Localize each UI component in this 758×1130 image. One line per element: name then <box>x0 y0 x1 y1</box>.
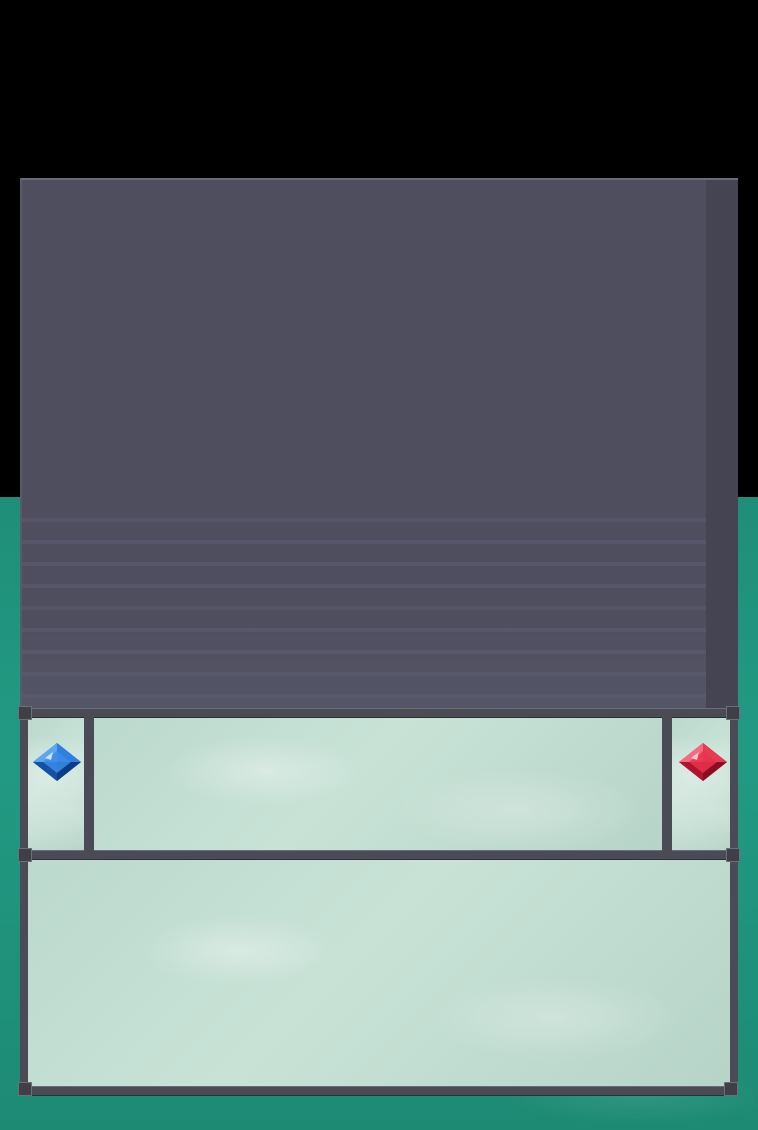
frame-bottom-bar <box>20 1086 738 1096</box>
rivet-bottom-right <box>724 1082 738 1096</box>
left-slot-pane <box>28 718 84 850</box>
rivet-mid-left <box>18 848 32 862</box>
message-box[interactable] <box>94 718 662 850</box>
red-gem-icon[interactable] <box>677 741 729 783</box>
top-display-panel <box>20 178 738 710</box>
info-box[interactable] <box>28 860 730 1086</box>
rivet-mid-right <box>726 848 740 862</box>
frame-middle-bar <box>20 850 738 860</box>
rivet-top-right <box>726 706 740 720</box>
frame-divider-right <box>662 708 672 860</box>
rivet-bottom-left <box>18 1082 32 1096</box>
right-slot-pane <box>672 718 730 850</box>
blue-gem-icon[interactable] <box>31 741 83 783</box>
frame-left-bar <box>20 708 28 1096</box>
display-right-shade <box>706 180 738 710</box>
game-screen <box>0 0 758 1130</box>
rivet-top-left <box>18 706 32 720</box>
display-bottom-fade <box>22 620 708 710</box>
frame-divider-left <box>84 708 94 860</box>
frame-right-bar <box>730 708 738 1096</box>
frame-top-bar <box>20 708 738 718</box>
